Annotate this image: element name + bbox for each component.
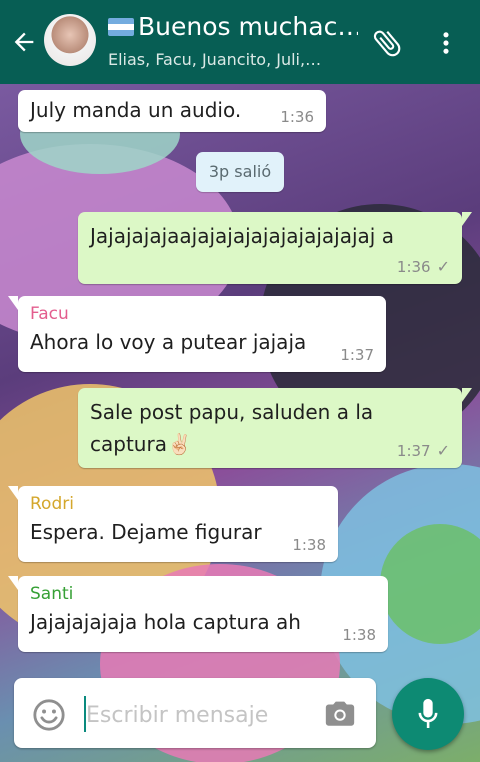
camera-icon[interactable] xyxy=(322,696,358,730)
arrow-left-icon[interactable] xyxy=(10,28,38,56)
message-text: Espera. Dejame figurar xyxy=(30,520,262,544)
message-time: 1:36 xyxy=(280,108,314,126)
voice-record-button[interactable] xyxy=(392,678,464,750)
message-incoming[interactable]: Facu Ahora lo voy a putear jajaja 1:37 xyxy=(8,296,386,372)
smiley-icon[interactable] xyxy=(32,698,66,732)
message-text: Jajajajajaja hola captura ah xyxy=(30,610,301,634)
time-label: 1:36 xyxy=(396,258,431,276)
message-text: Sale post papu, saluden a la captura✌🏻 xyxy=(90,400,374,456)
message-outgoing[interactable]: Sale post papu, saluden a la captura✌🏻 1… xyxy=(78,388,472,468)
system-notice: 3p salió xyxy=(196,152,284,192)
message-text: Jajajajajaajajajajajajajajajajaj a xyxy=(90,224,394,248)
chat-title[interactable]: Buenos muchac… xyxy=(138,12,358,41)
group-avatar[interactable] xyxy=(44,14,96,66)
message-composer xyxy=(14,678,376,748)
message-text: Ahora lo voy a putear jajaja xyxy=(30,330,307,354)
sent-check-icon: ✓ xyxy=(436,441,450,460)
message-time: 1:37 xyxy=(340,346,374,364)
argentina-flag-icon xyxy=(108,18,134,36)
message-incoming[interactable]: July manda un audio. 1:36 xyxy=(18,90,326,132)
message-time: 1:38 xyxy=(342,626,376,644)
message-input[interactable] xyxy=(86,698,306,732)
sent-check-icon: ✓ xyxy=(436,257,450,276)
time-label: 1:37 xyxy=(396,442,431,460)
message-incoming[interactable]: Rodri Espera. Dejame figurar 1:38 xyxy=(8,486,338,562)
message-time: 1:36 ✓ xyxy=(397,257,450,276)
message-outgoing[interactable]: Jajajajajaajajajajajajajajajajaj a 1:36 ✓ xyxy=(78,212,472,284)
message-incoming[interactable]: Santi Jajajajajaja hola captura ah 1:38 xyxy=(8,576,388,652)
mic-icon xyxy=(418,698,438,728)
app-bar: Buenos muchac… Elias, Facu, Juancito, Ju… xyxy=(0,0,480,84)
message-text: July manda un audio. xyxy=(30,98,242,122)
sender-name[interactable]: Rodri xyxy=(30,494,326,514)
message-time: 1:37 ✓ xyxy=(397,441,450,460)
message-time: 1:38 xyxy=(292,536,326,554)
paperclip-icon[interactable] xyxy=(370,26,404,60)
sender-name[interactable]: Facu xyxy=(30,304,374,324)
chat-participants[interactable]: Elias, Facu, Juancito, Juli,… xyxy=(108,50,348,69)
sender-name[interactable]: Santi xyxy=(30,584,376,604)
more-vert-icon[interactable] xyxy=(432,26,460,60)
